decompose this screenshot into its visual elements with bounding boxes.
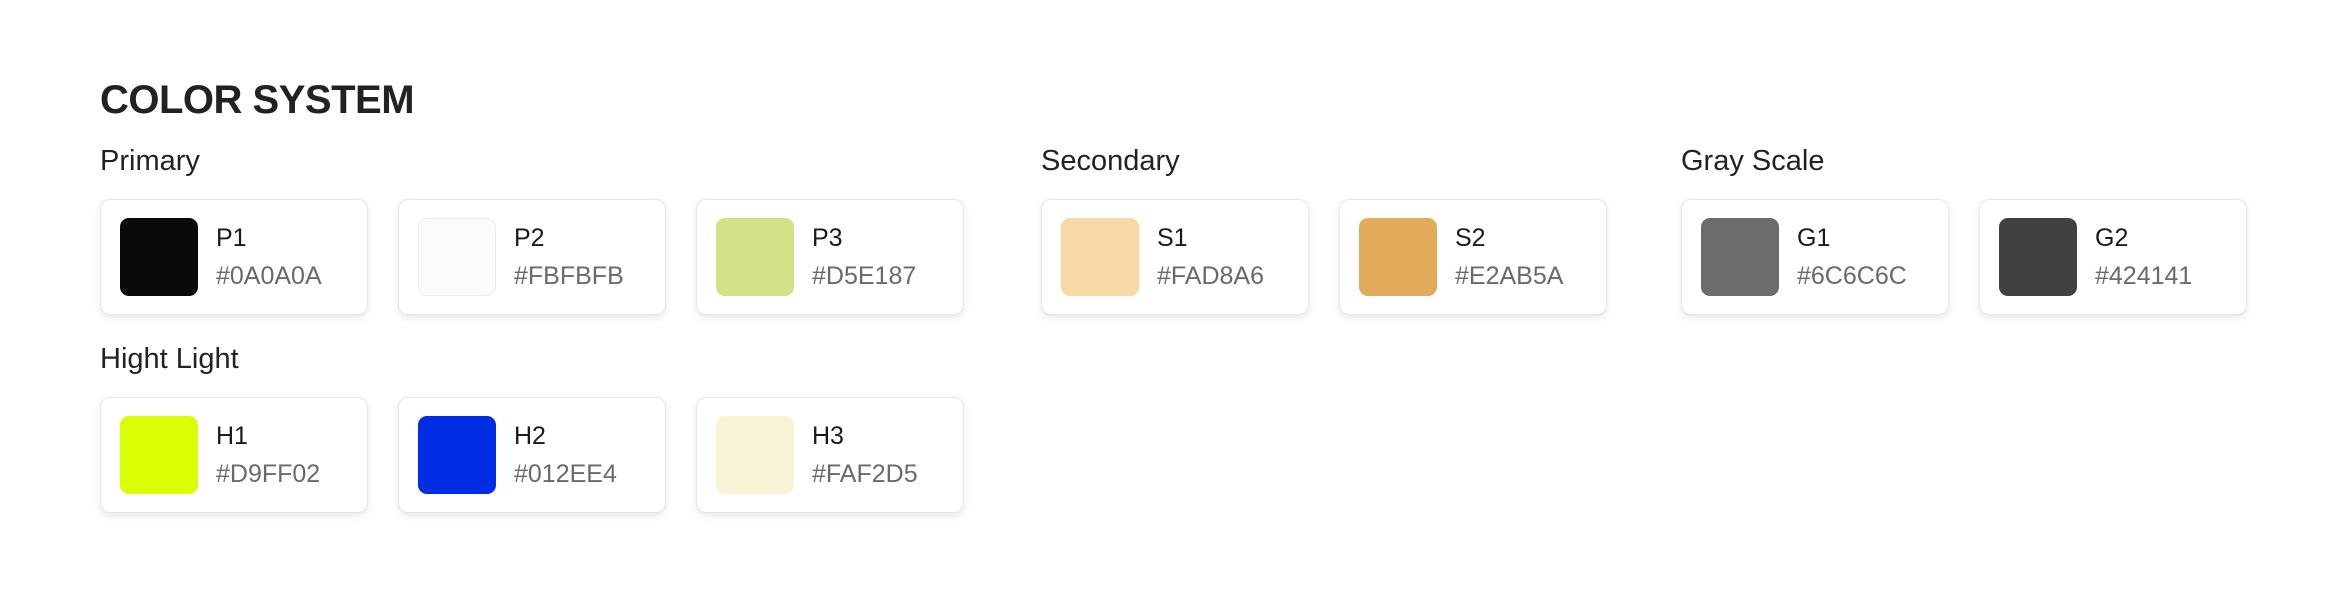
group-label-primary: Primary [100,145,200,177]
swatch-info: P1 #0A0A0A [216,222,322,292]
swatch-row-primary: P1 #0A0A0A P2 #FBFBFB P3 #D5E187 [100,199,964,315]
group-label-highlight: Hight Light [100,343,239,375]
swatch-hex: #D5E187 [812,262,917,290]
swatch-info: H3 #FAF2D5 [812,420,918,490]
color-swatch [1359,218,1437,296]
swatch-hex: #E2AB5A [1455,262,1564,290]
page-title: COLOR SYSTEM [100,78,415,122]
swatch-card-s1[interactable]: S1 #FAD8A6 [1041,199,1309,315]
color-swatch [120,218,198,296]
group-label-grayscale: Gray Scale [1681,145,1825,177]
swatch-code: H2 [514,422,546,450]
swatch-card-h1[interactable]: H1 #D9FF02 [100,397,368,513]
color-swatch [716,416,794,494]
swatch-row-grayscale: G1 #6C6C6C G2 #424141 [1681,199,2247,315]
swatch-code: P2 [514,224,545,252]
swatch-card-s2[interactable]: S2 #E2AB5A [1339,199,1607,315]
swatch-card-p3[interactable]: P3 #D5E187 [696,199,964,315]
swatch-code: H3 [812,422,844,450]
swatch-code: H1 [216,422,248,450]
swatch-code: G1 [1797,224,1831,252]
swatch-code: S2 [1455,224,1486,252]
color-swatch [1701,218,1779,296]
swatch-hex: #D9FF02 [216,460,321,488]
color-swatch [1061,218,1139,296]
swatch-info: H2 #012EE4 [514,420,617,490]
color-swatch [1999,218,2077,296]
swatch-code: P3 [812,224,843,252]
swatch-card-g1[interactable]: G1 #6C6C6C [1681,199,1949,315]
swatch-hex: #FAD8A6 [1157,262,1265,290]
swatch-card-g2[interactable]: G2 #424141 [1979,199,2247,315]
swatch-code: G2 [2095,224,2129,252]
color-swatch [418,416,496,494]
color-swatch [418,218,496,296]
swatch-info: S2 #E2AB5A [1455,222,1563,292]
swatch-info: P3 #D5E187 [812,222,916,292]
color-swatch [716,218,794,296]
color-swatch [120,416,198,494]
swatch-card-p2[interactable]: P2 #FBFBFB [398,199,666,315]
swatch-row-secondary: S1 #FAD8A6 S2 #E2AB5A [1041,199,1607,315]
swatch-hex: #FAF2D5 [812,460,918,488]
swatch-card-h2[interactable]: H2 #012EE4 [398,397,666,513]
swatch-card-h3[interactable]: H3 #FAF2D5 [696,397,964,513]
swatch-card-p1[interactable]: P1 #0A0A0A [100,199,368,315]
swatch-hex: #0A0A0A [216,262,322,290]
swatch-hex: #6C6C6C [1797,262,1907,290]
group-label-secondary: Secondary [1041,145,1180,177]
swatch-hex: #424141 [2095,262,2193,290]
swatch-info: P2 #FBFBFB [514,222,624,292]
swatch-info: S1 #FAD8A6 [1157,222,1264,292]
swatch-info: H1 #D9FF02 [216,420,320,490]
swatch-code: P1 [216,224,247,252]
swatch-hex: #FBFBFB [514,262,624,290]
swatch-info: G2 #424141 [2095,222,2192,292]
swatch-row-highlight: H1 #D9FF02 H2 #012EE4 H3 #FAF2D5 [100,397,964,513]
swatch-hex: #012EE4 [514,460,617,488]
swatch-info: G1 #6C6C6C [1797,222,1907,292]
swatch-code: S1 [1157,224,1188,252]
